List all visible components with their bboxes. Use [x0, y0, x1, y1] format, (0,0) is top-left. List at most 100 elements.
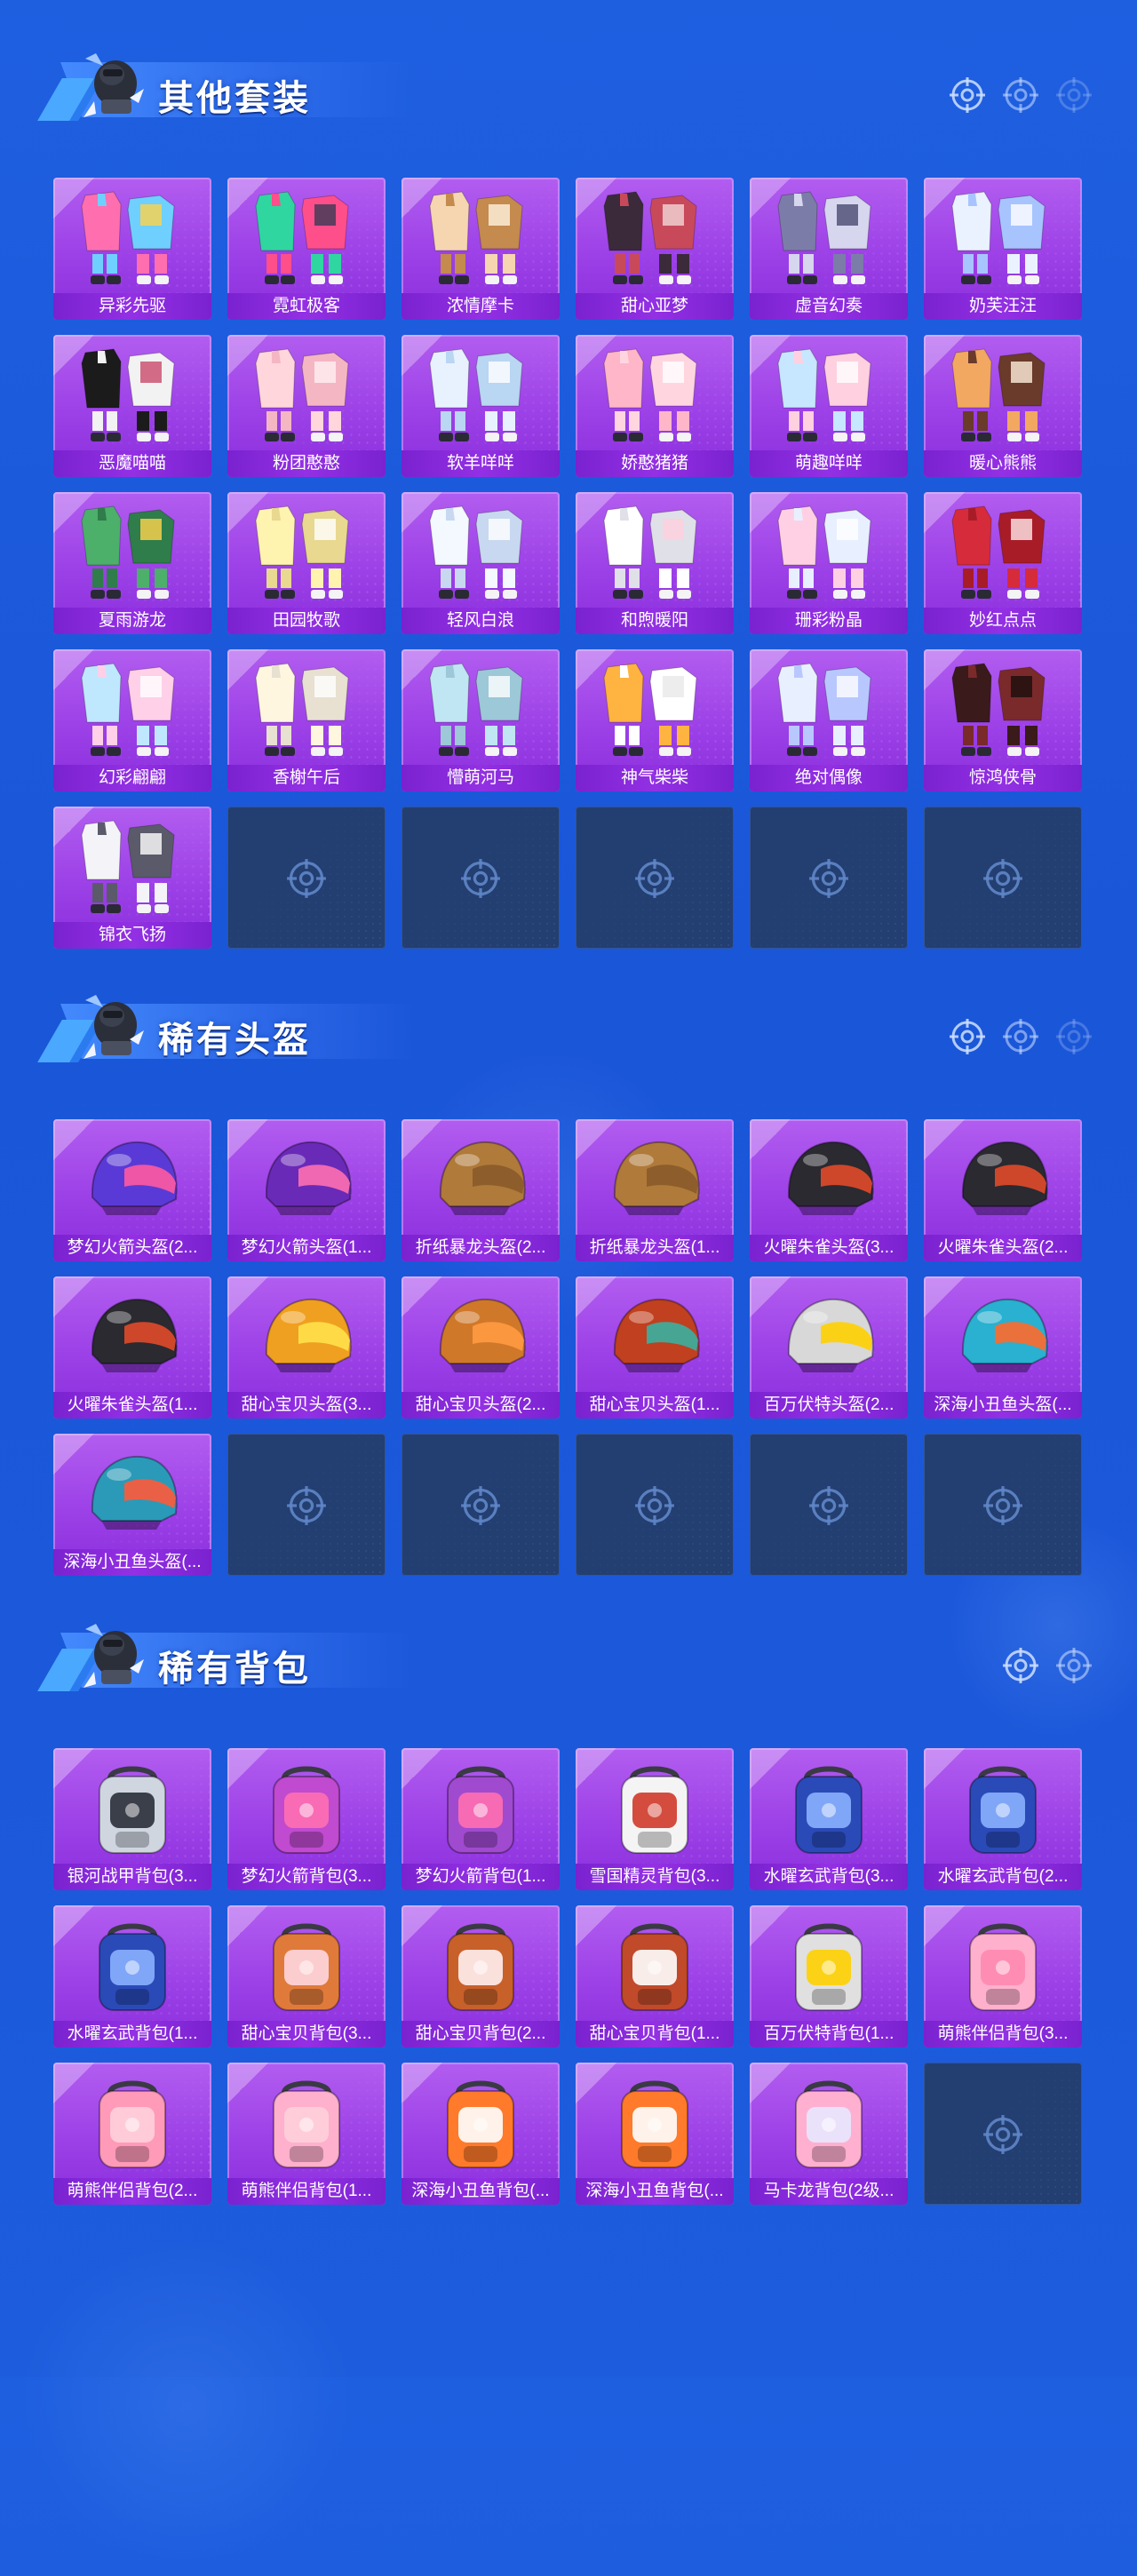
backpack-image — [423, 2071, 538, 2174]
item-card[interactable]: 梦幻火箭头盔(1... — [227, 1119, 386, 1261]
item-name: 梦幻火箭头盔(1... — [227, 1235, 386, 1261]
background-decoration — [18, 2238, 355, 2576]
backpack-image — [75, 1914, 190, 2017]
item-card[interactable]: 甜心宝贝背包(3... — [227, 1905, 386, 2047]
section-title: 稀有头盔 — [158, 1021, 311, 1060]
item-card[interactable]: 百万伏特头盔(2... — [750, 1276, 908, 1419]
outfit-image — [945, 658, 1061, 761]
outfit-image — [423, 344, 538, 447]
outfit-image — [771, 344, 887, 447]
backpack-image — [771, 1914, 887, 2017]
item-card[interactable]: 梦幻火箭背包(3... — [227, 1748, 386, 1890]
outfit-image — [249, 187, 364, 290]
item-card[interactable]: 甜心宝贝头盔(1... — [576, 1276, 734, 1419]
item-name: 折纸暴龙头盔(2... — [402, 1235, 560, 1261]
item-card[interactable]: 惊鸿侠骨 — [924, 649, 1082, 791]
item-name: 软羊咩咩 — [402, 450, 560, 477]
item-name: 萌趣咩咩 — [750, 450, 908, 477]
crosshair-icon — [634, 858, 675, 899]
item-card[interactable]: 萌熊伴侣背包(3... — [924, 1905, 1082, 2047]
item-name: 百万伏特背包(1... — [750, 2021, 908, 2047]
crosshair-icon — [982, 2114, 1023, 2155]
item-card[interactable]: 甜心宝贝背包(1... — [576, 1905, 734, 2047]
item-card[interactable]: 妙红点点 — [924, 492, 1082, 634]
item-card[interactable]: 马卡龙背包(2级... — [750, 2063, 908, 2205]
item-card[interactable]: 珊彩粉晶 — [750, 492, 908, 634]
item-card[interactable]: 萌趣咩咩 — [750, 335, 908, 477]
item-card[interactable]: 水曜玄武背包(1... — [53, 1905, 211, 2047]
item-card[interactable]: 百万伏特背包(1... — [750, 1905, 908, 2047]
outfit-image — [423, 658, 538, 761]
item-card[interactable]: 轻风白浪 — [402, 492, 560, 634]
item-card[interactable]: 甜心宝贝背包(2... — [402, 1905, 560, 2047]
item-card[interactable]: 深海小丑鱼背包(... — [576, 2063, 734, 2205]
item-card[interactable]: 折纸暴龙头盔(1... — [576, 1119, 734, 1261]
item-card[interactable]: 夏雨游龙 — [53, 492, 211, 634]
item-name: 火曜朱雀头盔(3... — [750, 1235, 908, 1261]
mascot-icon — [76, 48, 149, 124]
item-card[interactable]: 神气柴柴 — [576, 649, 734, 791]
item-card[interactable]: 恶魔喵喵 — [53, 335, 211, 477]
item-card[interactable]: 银河战甲背包(3... — [53, 1748, 211, 1890]
item-card[interactable]: 香榭午后 — [227, 649, 386, 791]
helmet-image — [75, 1285, 190, 1388]
item-card[interactable]: 奶芙汪汪 — [924, 178, 1082, 320]
item-card[interactable]: 水曜玄武背包(3... — [750, 1748, 908, 1890]
item-card[interactable]: 虚音幻奏 — [750, 178, 908, 320]
outfit-image — [597, 344, 712, 447]
item-card[interactable]: 火曜朱雀头盔(2... — [924, 1119, 1082, 1261]
item-card[interactable]: 霓虹极客 — [227, 178, 386, 320]
backpack-image — [423, 1757, 538, 1860]
item-card[interactable]: 雪国精灵背包(3... — [576, 1748, 734, 1890]
crosshair-icon — [982, 1485, 1023, 1526]
item-card[interactable]: 异彩先驱 — [53, 178, 211, 320]
item-card[interactable]: 软羊咩咩 — [402, 335, 560, 477]
backpack-image — [249, 1757, 364, 1860]
item-card[interactable]: 娇憨猪猪 — [576, 335, 734, 477]
item-card[interactable]: 火曜朱雀头盔(1... — [53, 1276, 211, 1419]
item-card[interactable]: 萌熊伴侣背包(2... — [53, 2063, 211, 2205]
item-card[interactable]: 绝对偶像 — [750, 649, 908, 791]
item-name: 幻彩翩翩 — [53, 765, 211, 791]
crosshair-icon — [949, 1018, 986, 1055]
empty-slot — [576, 1434, 734, 1576]
item-name: 锦衣飞扬 — [53, 922, 211, 949]
item-card[interactable]: 和煦暖阳 — [576, 492, 734, 634]
item-name: 虚音幻奏 — [750, 293, 908, 320]
item-name: 暖心熊熊 — [924, 450, 1082, 477]
item-card[interactable]: 折纸暴龙头盔(2... — [402, 1119, 560, 1261]
item-name: 萌熊伴侣背包(3... — [924, 2021, 1082, 2047]
item-name: 折纸暴龙头盔(1... — [576, 1235, 734, 1261]
outfit-image — [945, 344, 1061, 447]
item-card[interactable]: 深海小丑鱼头盔(... — [924, 1276, 1082, 1419]
item-card[interactable]: 甜心亚梦 — [576, 178, 734, 320]
item-card[interactable]: 锦衣飞扬 — [53, 807, 211, 949]
item-card[interactable]: 火曜朱雀头盔(3... — [750, 1119, 908, 1261]
item-card[interactable]: 粉团憨憨 — [227, 335, 386, 477]
item-card[interactable]: 深海小丑鱼头盔(... — [53, 1434, 211, 1576]
item-card[interactable]: 幻彩翩翩 — [53, 649, 211, 791]
decorative-icons — [1002, 1647, 1093, 1684]
item-card[interactable]: 暖心熊熊 — [924, 335, 1082, 477]
outfit-image — [945, 187, 1061, 290]
item-card[interactable]: 田园牧歌 — [227, 492, 386, 634]
outfit-image — [771, 658, 887, 761]
empty-slot — [402, 807, 560, 949]
item-card[interactable]: 浓情摩卡 — [402, 178, 560, 320]
item-name: 香榭午后 — [227, 765, 386, 791]
item-card[interactable]: 深海小丑鱼背包(... — [402, 2063, 560, 2205]
section-header: 稀有背包 — [25, 1613, 1117, 1693]
item-card[interactable]: 甜心宝贝头盔(3... — [227, 1276, 386, 1419]
outfit-image — [597, 658, 712, 761]
backpack-image — [945, 1914, 1061, 2017]
item-card[interactable]: 梦幻火箭背包(1... — [402, 1748, 560, 1890]
item-card[interactable]: 萌熊伴侣背包(1... — [227, 2063, 386, 2205]
item-card[interactable]: 懵萌河马 — [402, 649, 560, 791]
outfit-image — [249, 501, 364, 604]
helmet-image — [423, 1128, 538, 1231]
item-card[interactable]: 水曜玄武背包(2... — [924, 1748, 1082, 1890]
empty-slot — [924, 807, 1082, 949]
item-card[interactable]: 甜心宝贝头盔(2... — [402, 1276, 560, 1419]
item-card[interactable]: 梦幻火箭头盔(2... — [53, 1119, 211, 1261]
item-name: 夏雨游龙 — [53, 608, 211, 634]
